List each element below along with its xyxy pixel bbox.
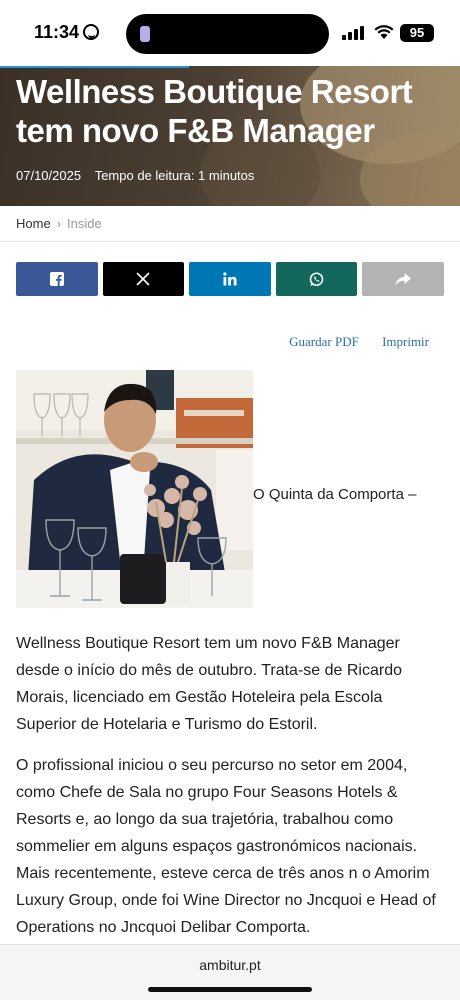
print-link[interactable]: Imprimir	[382, 334, 429, 349]
share-x-button[interactable]	[102, 262, 185, 296]
article-date: 07/10/2025	[16, 168, 82, 183]
status-time: 11:34	[34, 22, 100, 43]
article-paragraph: O profissional iniciou o seu percurso no…	[16, 757, 436, 936]
breadcrumb-inside-link[interactable]: Inside	[67, 216, 102, 231]
facebook-icon	[49, 272, 64, 286]
flashlight-icon	[140, 26, 150, 42]
save-pdf-link[interactable]: Guardar PDF	[289, 334, 359, 349]
article-paragraph: Wellness Boutique Resort tem um novo F&B…	[16, 635, 402, 733]
chevron-right-icon: ›	[56, 216, 62, 231]
whatsapp-icon	[309, 271, 324, 286]
share-whatsapp-button[interactable]	[275, 262, 358, 296]
photo-caption: O Quinta da Comporta –	[253, 486, 417, 503]
article-hero: Wellness Boutique Resort tem novo F&B Ma…	[0, 64, 460, 206]
dynamic-island	[126, 14, 329, 54]
browser-address-bar[interactable]: ambitur.pt	[0, 944, 460, 1000]
url-text[interactable]: ambitur.pt	[0, 957, 460, 973]
share-facebook-button[interactable]	[16, 262, 98, 296]
wifi-icon	[374, 24, 394, 40]
share-bar	[16, 262, 444, 296]
status-time-text: 11:34	[34, 22, 80, 42]
article-title: Wellness Boutique Resort tem novo F&B Ma…	[16, 73, 413, 149]
breadcrumb: Home › Inside	[0, 206, 460, 242]
x-icon	[136, 272, 150, 286]
breadcrumb-home-link[interactable]: Home	[16, 216, 51, 231]
article-body: Wellness Boutique Resort tem um novo F&B…	[16, 630, 444, 955]
share-linkedin-button[interactable]	[189, 262, 271, 296]
reading-time: Tempo de leitura: 1 minutos	[94, 168, 255, 183]
document-actions: Guardar PDF Imprimir	[289, 334, 429, 350]
home-indicator	[148, 987, 312, 992]
linkedin-icon	[223, 272, 237, 286]
status-bar: 11:34 95	[0, 0, 460, 66]
battery-icon: 95	[400, 24, 434, 42]
focus-smiley-icon	[83, 24, 100, 40]
article-meta: 07/10/2025 Tempo de leitura: 1 minutos	[16, 168, 254, 183]
article-photo	[16, 370, 253, 608]
cellular-signal-icon	[342, 26, 364, 40]
share-arrow-icon	[395, 272, 412, 285]
share-more-button[interactable]	[362, 262, 444, 296]
